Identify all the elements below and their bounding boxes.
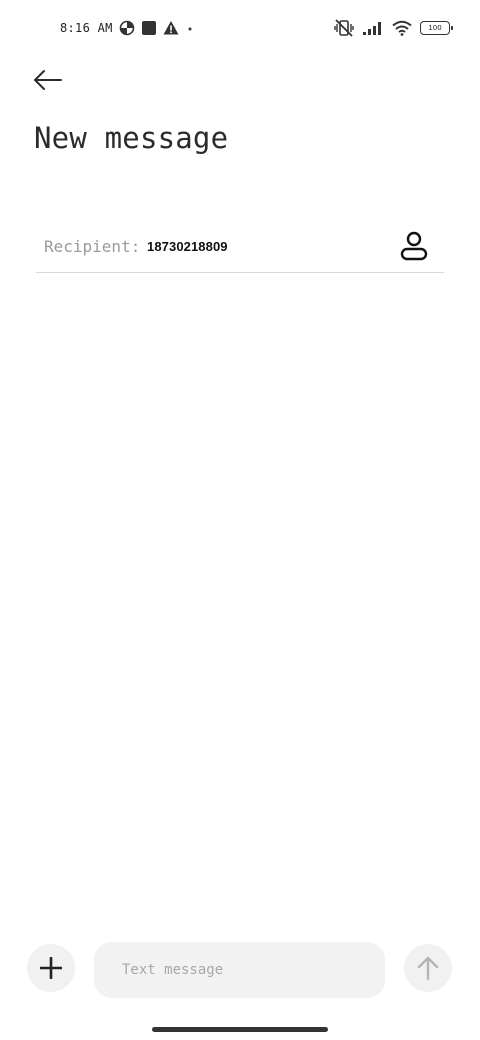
warning-icon: [163, 21, 179, 35]
person-icon: [400, 231, 428, 261]
back-button[interactable]: [30, 62, 66, 98]
status-time: 8:16 AM: [60, 21, 113, 35]
wifi-icon: [392, 20, 412, 36]
status-bar: 8:16 AM 100: [0, 0, 480, 56]
arrow-up-icon: [417, 956, 439, 981]
contact-picker-button[interactable]: [398, 228, 430, 264]
signal-icon: [363, 22, 381, 35]
status-right: 100: [334, 16, 453, 40]
recipient-label: Recipient:: [44, 237, 141, 256]
recipient-value[interactable]: 18730218809: [147, 239, 228, 254]
send-button[interactable]: [404, 944, 452, 992]
attach-button[interactable]: [27, 944, 75, 992]
battery-icon: 100: [420, 21, 453, 35]
vibrate-off-icon: [334, 19, 354, 37]
battery-level: 100: [428, 24, 442, 32]
plus-icon: [40, 957, 62, 979]
data-saver-icon: [119, 20, 134, 36]
arrow-left-icon: [34, 70, 62, 90]
status-left: 8:16 AM: [60, 18, 195, 38]
square-notification-icon: [141, 21, 156, 35]
dot-icon: [188, 27, 192, 31]
home-indicator[interactable]: [152, 1027, 328, 1032]
recipient-field[interactable]: Recipient: 18730218809: [36, 220, 444, 273]
message-input[interactable]: [94, 942, 385, 998]
page-title: New message: [34, 121, 229, 155]
